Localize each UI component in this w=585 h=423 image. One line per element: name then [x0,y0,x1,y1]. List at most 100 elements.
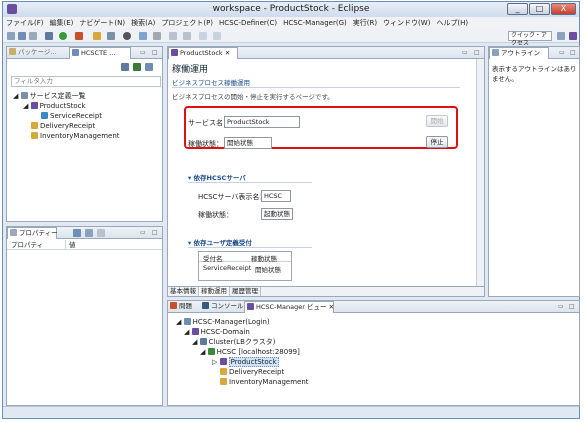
tab-label: パッケージ... [18,48,57,56]
hcsc-manager-icon [247,303,254,310]
dep-server-label: 依存HCSCサーバ [193,174,246,182]
tab-productstock[interactable]: ProductStock ✕ [168,47,238,59]
tree-label: HCSC-Manager(Login) [192,318,270,326]
tree-node[interactable]: ◢ ProductStock [13,101,120,111]
minimize-icon[interactable]: ▭ [140,229,146,236]
properties-panel: プロパティー ▭ □ プロパティ 値 [6,226,163,406]
new-icon[interactable] [7,32,15,40]
menu-bar: ファイル(F) 編集(E) ナビゲート(N) 検索(A) プロジェクト(P) HCSC-D… [3,17,579,29]
maximize-icon[interactable]: □ [152,49,158,56]
window-icon[interactable] [139,32,147,40]
tree-node[interactable]: ▷ ProductStock [176,357,309,367]
target-icon[interactable] [123,32,131,40]
menu-window[interactable]: ウィンドウ(W) [380,17,433,29]
page-tab-operation[interactable]: 稼動運用 [199,287,230,296]
minimize-icon[interactable]: ▭ [558,303,564,310]
dep-receipt-title[interactable]: ▾ 依存ユーザ定義受付 [188,237,252,247]
stop-button[interactable]: 停止 [426,136,448,148]
print-icon[interactable] [29,32,37,40]
open-perspective-icon[interactable] [557,32,565,40]
menu-hcsc-definer[interactable]: HCSC-Definer(C) [216,17,280,29]
maximize-icon[interactable]: □ [569,303,575,310]
settings-icon[interactable] [45,32,53,40]
tab-properties[interactable]: プロパティー [7,227,58,239]
tab-console[interactable]: コンソール [200,301,244,313]
manager-icon [183,318,191,325]
filter-input[interactable]: フィルタ入力 [11,76,161,87]
save-icon[interactable] [18,32,26,40]
tree-node[interactable]: ◢ Cluster(LBクラスタ) [176,337,309,347]
tree-node[interactable]: ◢ サービス定義一覧 [13,91,120,101]
service-name-field[interactable]: ProductStock [224,116,300,128]
perspective-icon[interactable] [569,32,577,40]
maximize-icon[interactable]: □ [474,49,480,56]
tree-label: DeliveryReceipt [40,122,96,130]
export-icon[interactable] [145,63,153,71]
menu-edit[interactable]: 編集(E) [47,17,77,29]
server-name-field: HCSC [261,190,291,202]
status-bar [3,406,579,418]
pin-icon[interactable] [107,32,115,40]
start-button[interactable]: 開始 [426,115,448,127]
run-icon[interactable] [59,32,67,40]
maximize-button[interactable]: □ [529,3,550,15]
tree-node[interactable]: ServiceReceipt [13,111,120,121]
nav-next-icon[interactable] [169,32,177,40]
forward-icon[interactable] [213,32,221,40]
col-value: 値 [69,241,76,249]
menu-hcsc-manager[interactable]: HCSC-Manager(G) [280,17,350,29]
tab-hcsc-manager-view[interactable]: HCSC-Manager ビュー ✕ [244,301,334,313]
advanced-icon[interactable] [85,229,93,237]
debug-icon[interactable] [75,32,83,40]
menu-help[interactable]: ヘルプ(H) [433,17,471,29]
menu-project[interactable]: プロジェクト(P) [158,17,216,29]
tree-node[interactable]: ◢ HCSC-Domain [176,327,309,337]
page-title: 稼働運用 [172,65,209,75]
page-tab-basic[interactable]: 基本情報 [168,287,199,296]
outline-empty-message: 表示するアウトラインはありません。 [492,65,577,83]
refresh-icon[interactable] [121,63,129,71]
categories-icon[interactable] [73,229,81,237]
col-divider [65,240,66,250]
editor-page-tabs: 基本情報 稼動運用 履歴管理 [168,286,484,296]
tab-package-explorer[interactable]: パッケージ... [7,47,69,59]
tree-node[interactable]: DeliveryReceipt [176,367,309,377]
annotation-icon[interactable] [153,32,161,40]
folder-icon [20,92,28,99]
tree-node[interactable]: ◢ HCSC-Manager(Login) [176,317,309,327]
minimize-icon[interactable]: ▭ [462,49,468,56]
tab-outline[interactable]: アウトライン [489,47,549,59]
maximize-icon[interactable]: □ [152,229,158,236]
minimize-icon[interactable]: ▭ [140,49,146,56]
restore-icon[interactable] [97,229,105,237]
tab-hcscte[interactable]: HCSCTE ... [69,47,131,59]
tree-node[interactable]: InventoryManagement [13,131,120,141]
tree-label: DeliveryReceipt [229,368,285,376]
menu-search[interactable]: 検索(A) [128,17,158,29]
import-icon[interactable] [133,63,141,71]
back-icon[interactable] [199,32,207,40]
page-tab-history[interactable]: 履歴管理 [230,287,261,296]
menu-run[interactable]: 実行(R) [350,17,380,29]
tab-label: 問題 [179,302,192,310]
tab-label: HCSC-Manager ビュー [256,303,327,311]
maximize-icon[interactable]: □ [570,49,576,56]
minimize-icon[interactable]: ▭ [559,49,565,56]
outline-tab-row: アウトライン ▭ □ [489,47,579,59]
table-row[interactable]: ServiceReceipt 開始状態 [199,263,291,274]
cluster-icon [199,338,207,345]
quick-access-field[interactable]: クイック・アクセス [508,31,552,47]
menu-file[interactable]: ファイル(F) [3,17,47,29]
menu-navigate[interactable]: ナビゲート(N) [76,17,128,29]
nav-prev-icon[interactable] [183,32,191,40]
editor-scrollbar[interactable] [476,59,484,286]
dep-server-title[interactable]: ▾ 依存HCSCサーバ [188,172,246,182]
tree-node[interactable]: ◢ HCSC [localhost:28099] [176,347,309,357]
tree-node[interactable]: InventoryManagement [176,377,309,387]
open-folder-icon[interactable] [93,32,101,40]
tab-problems[interactable]: 問題 [168,301,200,313]
minimize-button[interactable]: _ [507,3,528,15]
tree-node[interactable]: DeliveryReceipt [13,121,120,131]
tree-label: サービス定義一覧 [29,92,86,100]
close-button[interactable]: X [551,3,576,15]
